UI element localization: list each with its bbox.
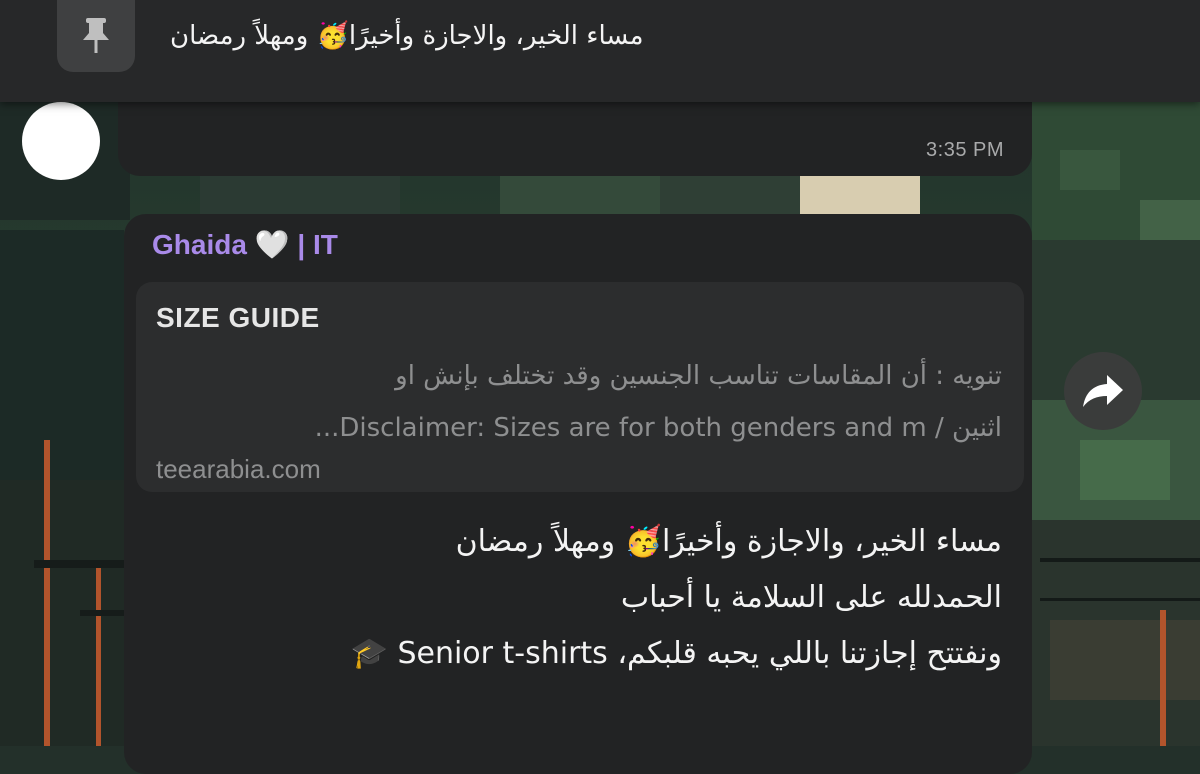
pinned-message-bar[interactable]: مساء الخير، والاجازة وأخيرًا🥳 ومهلاً رمض… (0, 0, 1200, 102)
message-time: 3:35 PM (926, 139, 1004, 161)
message-line: ونفتتح إجازتنا باللي يحبه قلبكم، Senior … (350, 636, 1002, 671)
avatar[interactable] (22, 102, 100, 180)
sender-name[interactable]: Ghaida 🤍 | IT (152, 228, 338, 261)
link-preview-site: teearabia.com (156, 454, 321, 484)
forward-button[interactable] (1064, 352, 1142, 430)
previous-message-bubble[interactable]: 3:35 PM (118, 96, 1032, 176)
pinned-message-text[interactable]: مساء الخير، والاجازة وأخيرًا🥳 ومهلاً رمض… (170, 10, 750, 62)
message-line: الحمدلله على السلامة يا أحباب (620, 580, 1002, 615)
link-preview-desc-line1: تنويه : أن المقاسات تناسب الجنسين وقد تخ… (395, 361, 1002, 391)
pin-button[interactable] (57, 0, 135, 72)
pin-icon (83, 18, 109, 53)
forward-arrow-icon (1083, 375, 1123, 407)
message-bubble[interactable]: Ghaida 🤍 | IT SIZE GUIDE تنويه : أن المق… (124, 214, 1032, 774)
link-preview-description: تنويه : أن المقاسات تناسب الجنسين وقد تخ… (156, 350, 1002, 454)
message-line: مساء الخير، والاجازة وأخيرًا🥳 ومهلاً رمض… (455, 524, 1002, 559)
link-preview-title: SIZE GUIDE (156, 302, 320, 333)
link-preview[interactable]: SIZE GUIDE تنويه : أن المقاسات تناسب الج… (136, 282, 1024, 492)
message-text: مساء الخير، والاجازة وأخيرًا🥳 ومهلاً رمض… (152, 514, 1002, 682)
link-preview-desc-line2: اثنين / Disclaimer: Sizes are for both g… (314, 413, 1002, 443)
